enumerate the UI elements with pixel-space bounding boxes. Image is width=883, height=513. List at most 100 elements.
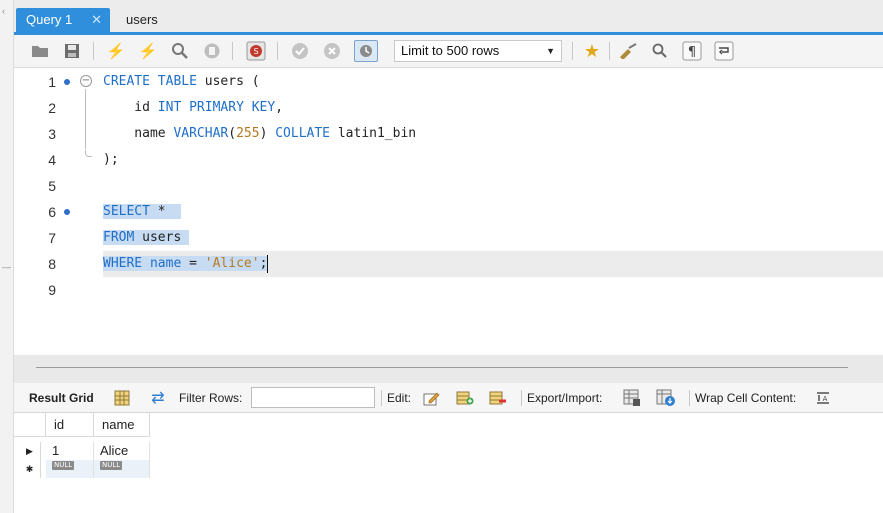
code-text: SELECT * xyxy=(103,204,182,219)
result-toolbar: Result Grid ⇄ Filter Rows: Edit: Export/… xyxy=(14,383,883,413)
commit-check-icon[interactable] xyxy=(288,40,312,62)
editor-line: 5 xyxy=(14,173,883,199)
column-header-name[interactable]: name xyxy=(94,413,150,437)
tab-label: users xyxy=(126,12,158,27)
toolbar-separator xyxy=(689,390,690,406)
line-number: 9 xyxy=(48,282,56,298)
toolbar-separator xyxy=(381,390,382,406)
table-cell[interactable]: Alice xyxy=(94,442,150,460)
table-cell[interactable]: 1 xyxy=(46,442,94,460)
add-snippet-star-icon[interactable]: ★ xyxy=(580,40,604,62)
chevron-down-icon: ▼ xyxy=(546,46,555,56)
panel-splitter[interactable] xyxy=(14,355,883,383)
execute-current-statement-icon[interactable]: ⚡ xyxy=(136,40,160,62)
toolbar-separator xyxy=(609,42,610,60)
editor-line: 2 id INT PRIMARY KEY, xyxy=(14,95,883,121)
grid-view-icon[interactable] xyxy=(112,388,132,408)
editor-line: 1 − CREATE TABLE users ( xyxy=(14,69,883,95)
new-row-cell[interactable]: NULL xyxy=(46,460,94,478)
toolbar-separator xyxy=(93,42,94,60)
tab-label: Query 1 xyxy=(26,12,73,27)
close-icon[interactable]: ✕ xyxy=(91,8,102,32)
save-icon[interactable] xyxy=(60,40,84,62)
line-number: 3 xyxy=(48,126,56,142)
splitter-line xyxy=(36,367,848,368)
filter-rows-label: Filter Rows: xyxy=(179,391,243,405)
line-number: 8 xyxy=(48,256,56,272)
export-icon[interactable] xyxy=(622,388,642,408)
null-badge: NULL xyxy=(100,461,123,470)
delete-row-icon[interactable] xyxy=(488,388,508,408)
wrap-lines-icon[interactable] xyxy=(712,40,736,62)
code-text: WHERE name = 'Alice'; xyxy=(103,254,269,273)
open-folder-icon[interactable] xyxy=(28,40,52,62)
filter-rows-input[interactable] xyxy=(251,387,375,408)
line-number: 4 xyxy=(48,152,56,168)
line-number: 5 xyxy=(48,178,56,194)
column-header-label: id xyxy=(54,417,65,432)
wrap-cell-icon[interactable]: A xyxy=(813,388,833,408)
code-text: CREATE TABLE users ( xyxy=(103,74,260,89)
explain-magnifier-icon[interactable] xyxy=(168,40,192,62)
sql-toolbar: ⚡ ⚡ S Limit to 500 rows ▼ ★ ¶ xyxy=(14,35,883,68)
editor-line-current: 8 WHERE name = 'Alice'; xyxy=(14,251,883,277)
edit-cell-pencil-icon[interactable] xyxy=(422,388,442,408)
limit-rows-select[interactable]: Limit to 500 rows ▼ xyxy=(394,40,562,62)
line-number: 6 xyxy=(48,204,56,220)
sql-editor[interactable]: 1 − CREATE TABLE users ( 2 id INT PRIMAR… xyxy=(14,68,883,355)
wrap-cell-content-label: Wrap Cell Content: xyxy=(695,391,797,405)
export-import-label: Export/Import: xyxy=(527,391,603,405)
new-row-asterisk-icon: ✱ xyxy=(19,460,41,478)
limit-rows-label: Limit to 500 rows xyxy=(401,43,500,58)
editor-line: 7 FROM users xyxy=(14,225,883,251)
tab-query-1[interactable]: Query 1 ✕ xyxy=(16,8,110,32)
grid-corner xyxy=(14,413,46,437)
new-row-cell[interactable]: NULL xyxy=(94,460,150,478)
result-grid-tab[interactable]: Result Grid xyxy=(29,391,94,405)
result-grid: id name ▶ 1 Alice ✱ NULL NULL xyxy=(14,413,883,513)
row-pointer-icon[interactable]: ▶ xyxy=(19,442,41,460)
line-number: 2 xyxy=(48,100,56,116)
code-text: name VARCHAR(255) COLLATE latin1_bin xyxy=(103,126,417,141)
code-text: ); xyxy=(103,152,119,167)
editor-line: 6 SELECT * xyxy=(14,199,883,225)
workbench-window: ‹ — Query 1 ✕ users ⚡ ⚡ S Limit to 500 r… xyxy=(0,0,883,513)
find-magnifier-icon[interactable] xyxy=(648,40,672,62)
statement-marker-icon xyxy=(64,79,70,85)
invisible-chars-pilcrow-icon[interactable]: ¶ xyxy=(680,40,704,62)
toolbar-separator xyxy=(521,390,522,406)
code-text: id INT PRIMARY KEY, xyxy=(103,100,284,115)
svg-text:A: A xyxy=(823,395,828,403)
editor-line: 4 ); xyxy=(14,147,883,173)
column-header-id[interactable]: id xyxy=(46,413,94,437)
toggle-stop-on-error-icon[interactable]: S xyxy=(244,40,268,62)
collapse-marker-icon[interactable]: ‹ xyxy=(2,6,5,16)
execute-lightning-icon[interactable]: ⚡ xyxy=(104,40,128,62)
insert-row-icon[interactable] xyxy=(455,388,475,408)
refresh-arrows-icon[interactable]: ⇄ xyxy=(148,388,168,408)
toolbar-separator xyxy=(572,42,573,60)
stop-icon[interactable] xyxy=(200,40,224,62)
auto-commit-toggle-icon[interactable] xyxy=(354,40,378,62)
panel-marker-icon: — xyxy=(2,262,11,272)
toolbar-separator xyxy=(277,42,278,60)
text-caret xyxy=(267,254,269,273)
svg-text:S: S xyxy=(253,47,258,56)
line-number: 7 xyxy=(48,230,56,246)
svg-text:¶: ¶ xyxy=(688,45,696,60)
beautify-broom-icon[interactable] xyxy=(616,40,640,62)
column-header-label: name xyxy=(102,417,135,432)
left-side-panel-edge: ‹ — xyxy=(0,0,14,513)
tab-users[interactable]: users xyxy=(116,8,168,32)
fold-toggle-icon[interactable]: − xyxy=(80,75,92,87)
tab-bar: Query 1 ✕ users xyxy=(14,0,883,35)
import-icon[interactable] xyxy=(656,388,676,408)
cell-value: Alice xyxy=(100,443,129,458)
rollback-x-icon[interactable] xyxy=(320,40,344,62)
line-number: 1 xyxy=(48,74,56,90)
editor-line: 3 name VARCHAR(255) COLLATE latin1_bin xyxy=(14,121,883,147)
null-badge: NULL xyxy=(52,461,75,470)
toolbar-separator xyxy=(232,42,233,60)
statement-marker-icon xyxy=(64,209,70,215)
edit-label: Edit: xyxy=(387,391,412,405)
